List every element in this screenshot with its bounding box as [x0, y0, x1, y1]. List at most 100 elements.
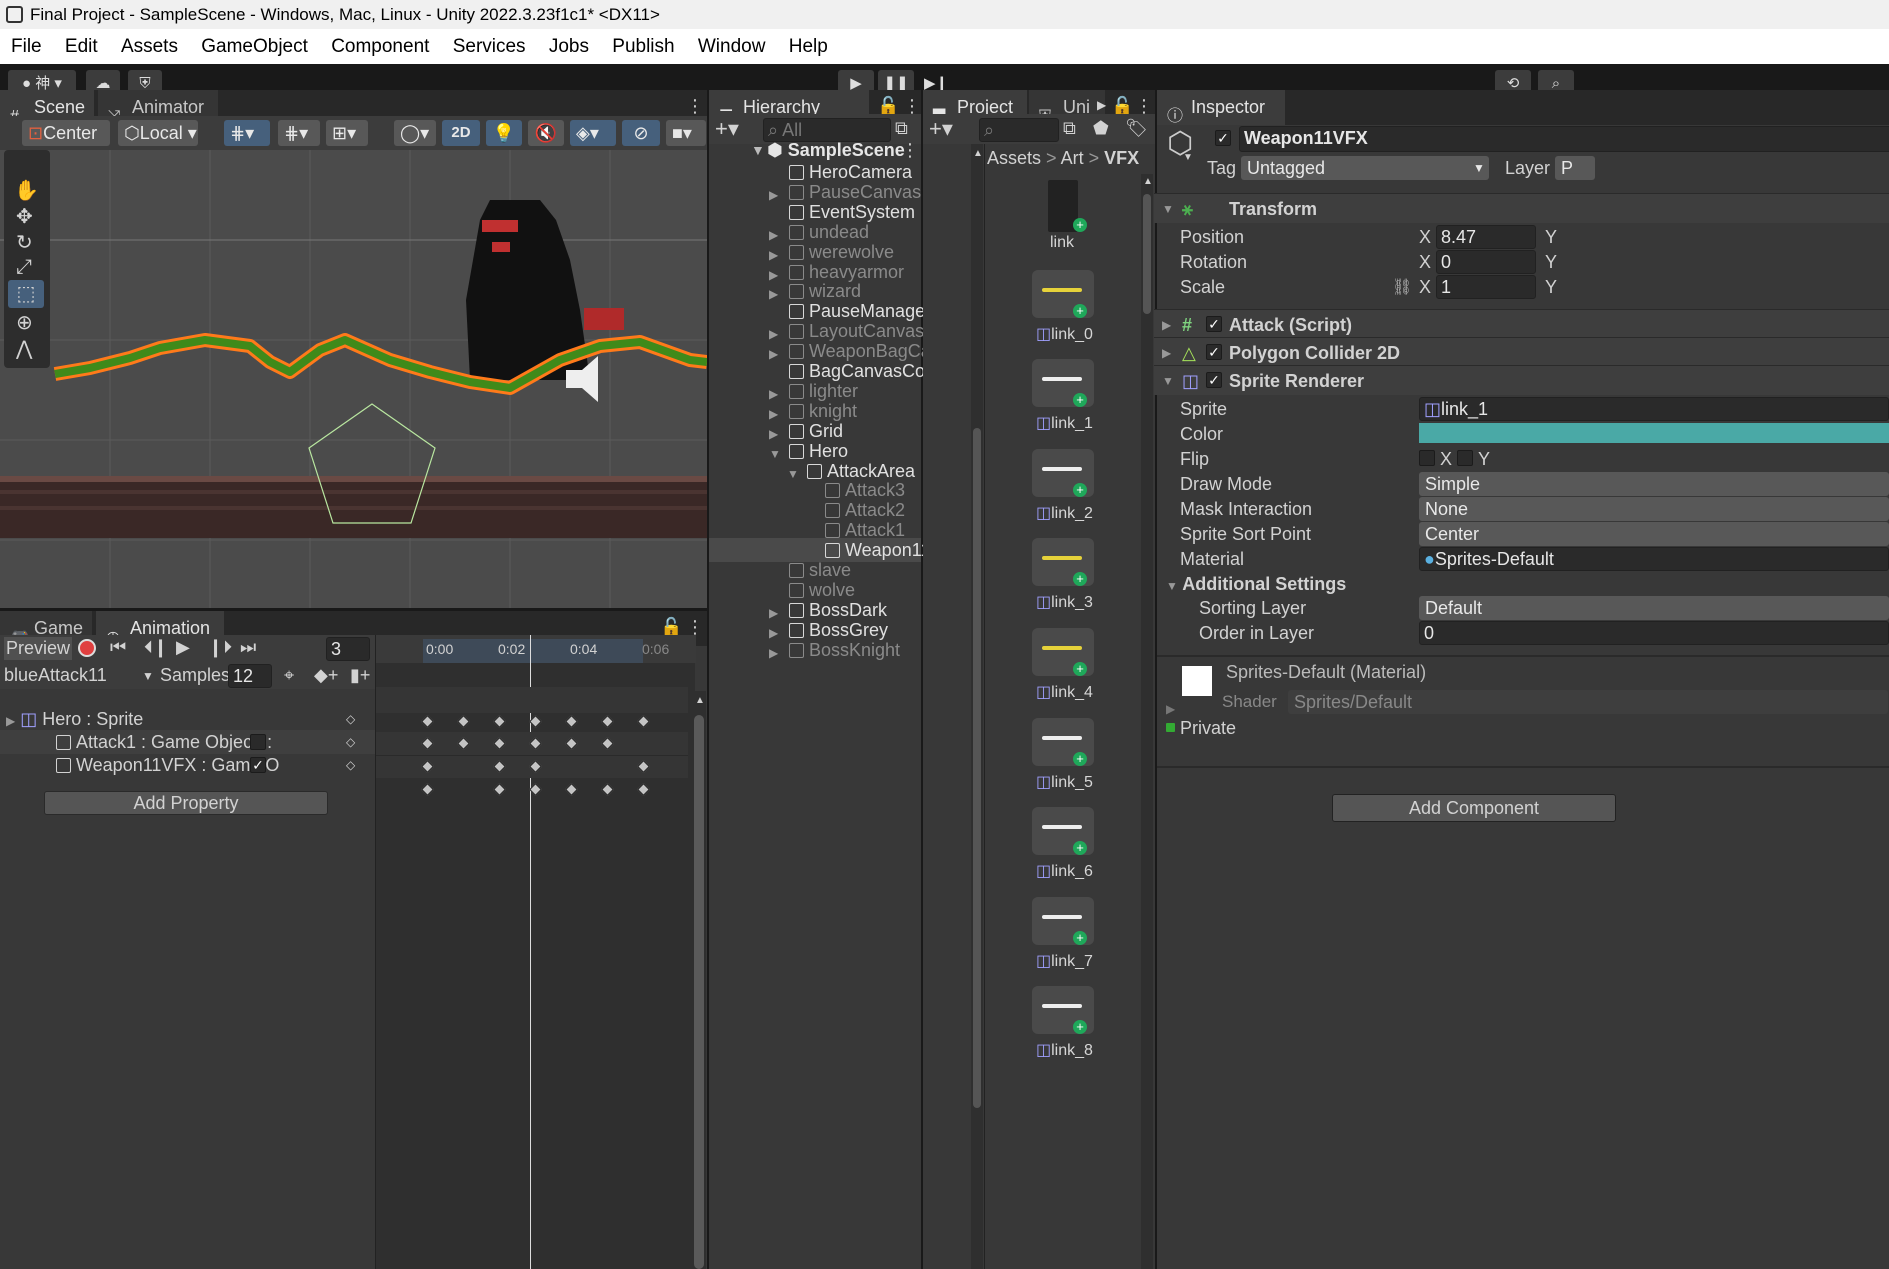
key-filter-icon[interactable]: ⌖ — [284, 665, 294, 686]
keyframe[interactable] — [601, 715, 614, 728]
preview-button[interactable]: Preview — [4, 637, 73, 660]
asset-name[interactable]: ◫link_1 — [1036, 413, 1093, 433]
expand-arrow-icon[interactable]: ▶ — [1166, 702, 1175, 716]
move-tool-icon[interactable]: ✥ — [16, 204, 33, 229]
property-toggle[interactable]: ✓ — [250, 757, 266, 773]
frame-input[interactable]: 3 — [326, 637, 370, 661]
menu-publish[interactable]: Publish — [612, 36, 674, 57]
add-component-button[interactable]: Add Component — [1332, 794, 1616, 822]
asset-name[interactable]: ◫link_8 — [1036, 1040, 1093, 1060]
mask-interaction-dropdown[interactable]: None — [1419, 497, 1889, 521]
increment-snap-button[interactable]: ⋕▾ — [278, 120, 320, 146]
asset-name[interactable]: ◫link_3 — [1036, 592, 1093, 612]
material-object-field[interactable]: ●Sprites-Default — [1419, 547, 1889, 571]
visibility-icon[interactable]: ⊘ — [622, 120, 660, 146]
tag-dropdown[interactable]: Untagged ▼ — [1241, 156, 1489, 180]
add-event-icon[interactable]: ▮+ — [350, 665, 370, 686]
component-enable-toggle[interactable]: ✓ — [1206, 344, 1222, 360]
kebab-menu-icon[interactable]: ⋮ — [901, 140, 919, 161]
keyframe[interactable] — [601, 783, 614, 796]
hand-tool-icon[interactable]: ✋ — [14, 178, 39, 203]
keyframe-diamond-icon[interactable]: ◇ — [346, 753, 355, 777]
keyframe[interactable] — [637, 783, 650, 796]
hierarchy-item[interactable]: ▶ BossKnight — [709, 638, 921, 662]
timeline[interactable]: 0:00 0:02 0:04 0:06 — [375, 635, 696, 1269]
menu-gameobject[interactable]: GameObject — [201, 36, 308, 57]
rotate-tool-icon[interactable]: ↻ — [16, 230, 33, 255]
add-property-button[interactable]: Add Property — [44, 791, 328, 815]
assets-scrollbar[interactable]: ▲ — [1141, 174, 1153, 1269]
keyframe-diamond-icon[interactable]: ◇ — [346, 730, 355, 754]
transform-header[interactable]: ▼ ⚹ Transform — [1154, 193, 1889, 223]
position-x-input[interactable]: 8.47 — [1436, 225, 1536, 249]
flip-x-toggle[interactable] — [1419, 450, 1435, 466]
clip-dropdown[interactable]: blueAttack11 ▼ — [4, 665, 154, 686]
menu-help[interactable]: Help — [789, 36, 828, 57]
shader-dropdown[interactable]: Sprites/Default — [1288, 690, 1888, 714]
keyframe[interactable] — [529, 783, 542, 796]
property-toggle[interactable] — [250, 734, 266, 750]
keyframe[interactable] — [637, 715, 650, 728]
filter-icon[interactable]: ⧉ — [895, 118, 908, 139]
breadcrumb-art[interactable]: Art — [1061, 148, 1084, 168]
asset-name[interactable]: link — [1050, 234, 1074, 252]
color-swatch[interactable] — [1419, 423, 1889, 443]
pivot-dropdown[interactable]: ⊡Center ▾ — [22, 120, 110, 169]
playhead[interactable] — [530, 635, 531, 1269]
keyframe-diamond-icon[interactable]: ◇ — [346, 707, 355, 731]
tab-inspector[interactable]: ⓘ Inspector — [1157, 90, 1285, 125]
component-enable-toggle[interactable]: ✓ — [1206, 316, 1222, 332]
last-keyframe-button[interactable]: ⏭ — [240, 637, 256, 658]
menu-window[interactable]: Window — [698, 36, 766, 57]
add-keyframe-icon[interactable]: ◆+ — [314, 665, 338, 686]
menu-assets[interactable]: Assets — [121, 36, 178, 57]
keyframe[interactable] — [529, 715, 542, 728]
play-animation-button[interactable]: ▶ — [176, 637, 190, 658]
rect-tool-icon[interactable]: ⬚ — [8, 280, 44, 308]
keyframe[interactable] — [565, 783, 578, 796]
search-by-label-icon[interactable]: ⬟ — [1093, 118, 1109, 139]
menu-edit[interactable]: Edit — [65, 36, 98, 57]
additional-settings-foldout[interactable]: ▼ Additional Settings — [1166, 574, 1346, 595]
audio-mute-icon[interactable]: 🔇 — [528, 120, 564, 146]
sprite-sort-point-dropdown[interactable]: Center — [1419, 522, 1889, 546]
property-row[interactable]: Weapon11VFX : Game O ✓ ◇ — [0, 753, 375, 777]
record-button[interactable] — [78, 639, 96, 657]
prev-keyframe-button[interactable]: ⏴❙ — [144, 637, 168, 658]
effects-button[interactable]: ◈▾ — [570, 120, 616, 146]
order-in-layer-input[interactable]: 0 — [1419, 621, 1889, 645]
sprite-object-field[interactable]: ◫link_1 — [1419, 397, 1889, 421]
constrain-proportions-icon[interactable]: ⛓ — [1392, 277, 1412, 297]
keyframe[interactable] — [457, 715, 470, 728]
search-by-type-icon[interactable]: ⧉ — [1063, 118, 1076, 139]
asset-name[interactable]: ◫link_5 — [1036, 772, 1093, 792]
breadcrumb-vfx[interactable]: VFX — [1104, 148, 1139, 168]
sorting-layer-dropdown[interactable]: Default — [1419, 596, 1889, 620]
draw-mode-dropdown[interactable]: Simple — [1419, 472, 1889, 496]
component-header-polygon-collider[interactable]: ▶ △ ✓ Polygon Collider 2D — [1154, 337, 1889, 367]
chevron-down-icon[interactable]: ▼ — [1183, 152, 1193, 163]
project-search-input[interactable]: ⌕ — [979, 118, 1059, 142]
keyframe[interactable] — [493, 715, 506, 728]
samples-input[interactable]: 12 — [228, 664, 272, 688]
breadcrumb-assets[interactable]: Assets — [987, 148, 1041, 168]
asset-name[interactable]: ◫link_6 — [1036, 861, 1093, 881]
component-header-attack-script[interactable]: ▶ # ✓ Attack (Script) — [1154, 309, 1889, 339]
layer-dropdown[interactable]: P — [1555, 156, 1595, 180]
object-name-input[interactable]: Weapon11VFX — [1239, 126, 1889, 152]
active-toggle[interactable]: ✓ — [1215, 130, 1231, 146]
keyframe[interactable] — [421, 715, 434, 728]
camera-button[interactable]: ■▾ — [666, 120, 706, 146]
menu-jobs[interactable]: Jobs — [549, 36, 589, 57]
tag-icon[interactable]: 🏷 — [1125, 118, 1148, 139]
menu-file[interactable]: File — [11, 36, 42, 57]
gizmo-grid-button[interactable]: ⊞▾ — [326, 120, 368, 146]
scroll-up-icon[interactable]: ▲ — [973, 148, 983, 159]
asset-name[interactable]: ◫link_4 — [1036, 682, 1093, 702]
create-button[interactable]: +▾ — [929, 116, 953, 142]
lighting-icon[interactable]: 💡 — [486, 120, 522, 146]
component-header-sprite-renderer[interactable]: ▼ ◫ ✓ Sprite Renderer — [1154, 365, 1889, 395]
scale-tool-icon[interactable]: ⤢ — [16, 256, 32, 279]
kebab-menu-icon[interactable]: ⋮ — [686, 96, 704, 117]
keyframe[interactable] — [493, 783, 506, 796]
